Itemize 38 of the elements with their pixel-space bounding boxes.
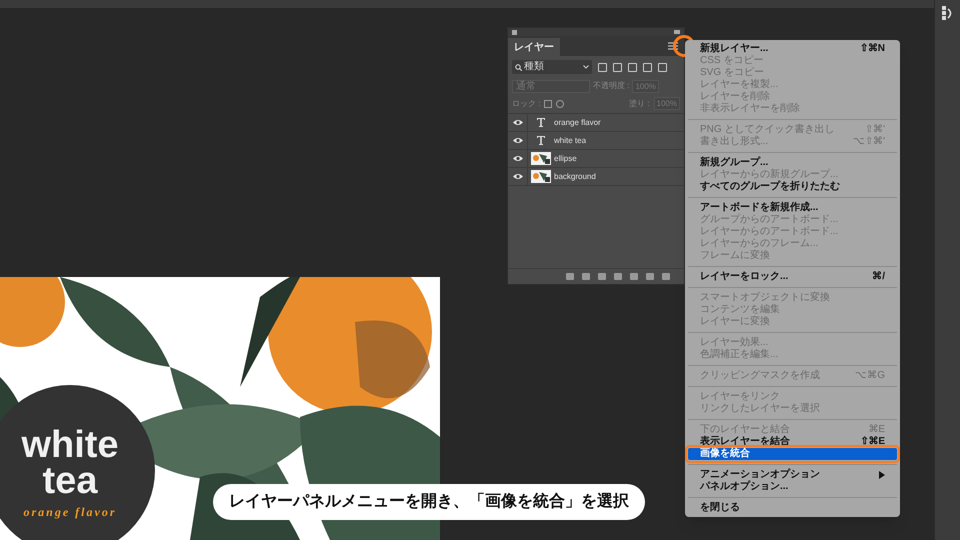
text-layer-icon xyxy=(537,136,545,145)
layer-row[interactable]: background xyxy=(508,168,684,186)
menu-item[interactable]: すべてのグループを折りたたむ xyxy=(688,181,897,193)
menu-item[interactable]: アニメーションオプション xyxy=(688,469,897,481)
layer-thumbnail xyxy=(531,170,551,183)
layer-name: ellipse xyxy=(554,152,577,164)
layer-row[interactable]: orange flavor xyxy=(508,114,684,132)
eye-icon[interactable] xyxy=(512,155,522,162)
search-icon xyxy=(515,64,522,70)
panel-tab[interactable]: レイヤー xyxy=(508,38,560,56)
eye-icon[interactable] xyxy=(512,119,522,126)
layer-thumbnail xyxy=(531,152,551,165)
menu-item[interactable]: を閉じる xyxy=(688,502,897,514)
menu-item[interactable]: パネルオプション... xyxy=(688,481,897,493)
text-layer-icon xyxy=(537,118,545,127)
layer-name: orange flavor xyxy=(554,116,601,128)
menu-item[interactable]: レイヤーをロック... ⌘/ xyxy=(688,271,897,283)
menu-item[interactable]: 新規グループ... xyxy=(688,157,897,169)
fill-label: 塗り : xyxy=(629,98,650,110)
menu-item[interactable]: アートボードを新規作成... xyxy=(688,202,897,214)
chevron-down-icon xyxy=(583,65,589,69)
menu-item[interactable]: 画像を統合 xyxy=(688,448,897,460)
menu-item[interactable]: 新規レイヤー... ⇧⌘N xyxy=(688,43,897,55)
eye-icon[interactable] xyxy=(512,173,522,180)
artwork-title: white xyxy=(21,427,119,463)
layer-name: white tea xyxy=(554,134,586,146)
opacity-label: 不透明度 : xyxy=(593,80,630,92)
filter-dropdown[interactable]: 種類 xyxy=(512,60,592,74)
artwork-title: tea xyxy=(42,463,98,499)
caption-text: レイヤーパネルメニューを開き、「画像を統合」を選択 xyxy=(229,492,629,512)
layer-row[interactable]: white tea xyxy=(508,132,684,150)
eye-icon[interactable] xyxy=(512,137,522,144)
panel-menu-icon[interactable] xyxy=(668,42,678,50)
layer-name: background xyxy=(554,170,596,182)
layer-row[interactable]: ellipse xyxy=(508,150,684,168)
artwork-subtitle: orange flavor xyxy=(24,504,116,521)
history-icon[interactable] xyxy=(942,6,954,20)
lock-label: ロック : xyxy=(512,98,540,110)
